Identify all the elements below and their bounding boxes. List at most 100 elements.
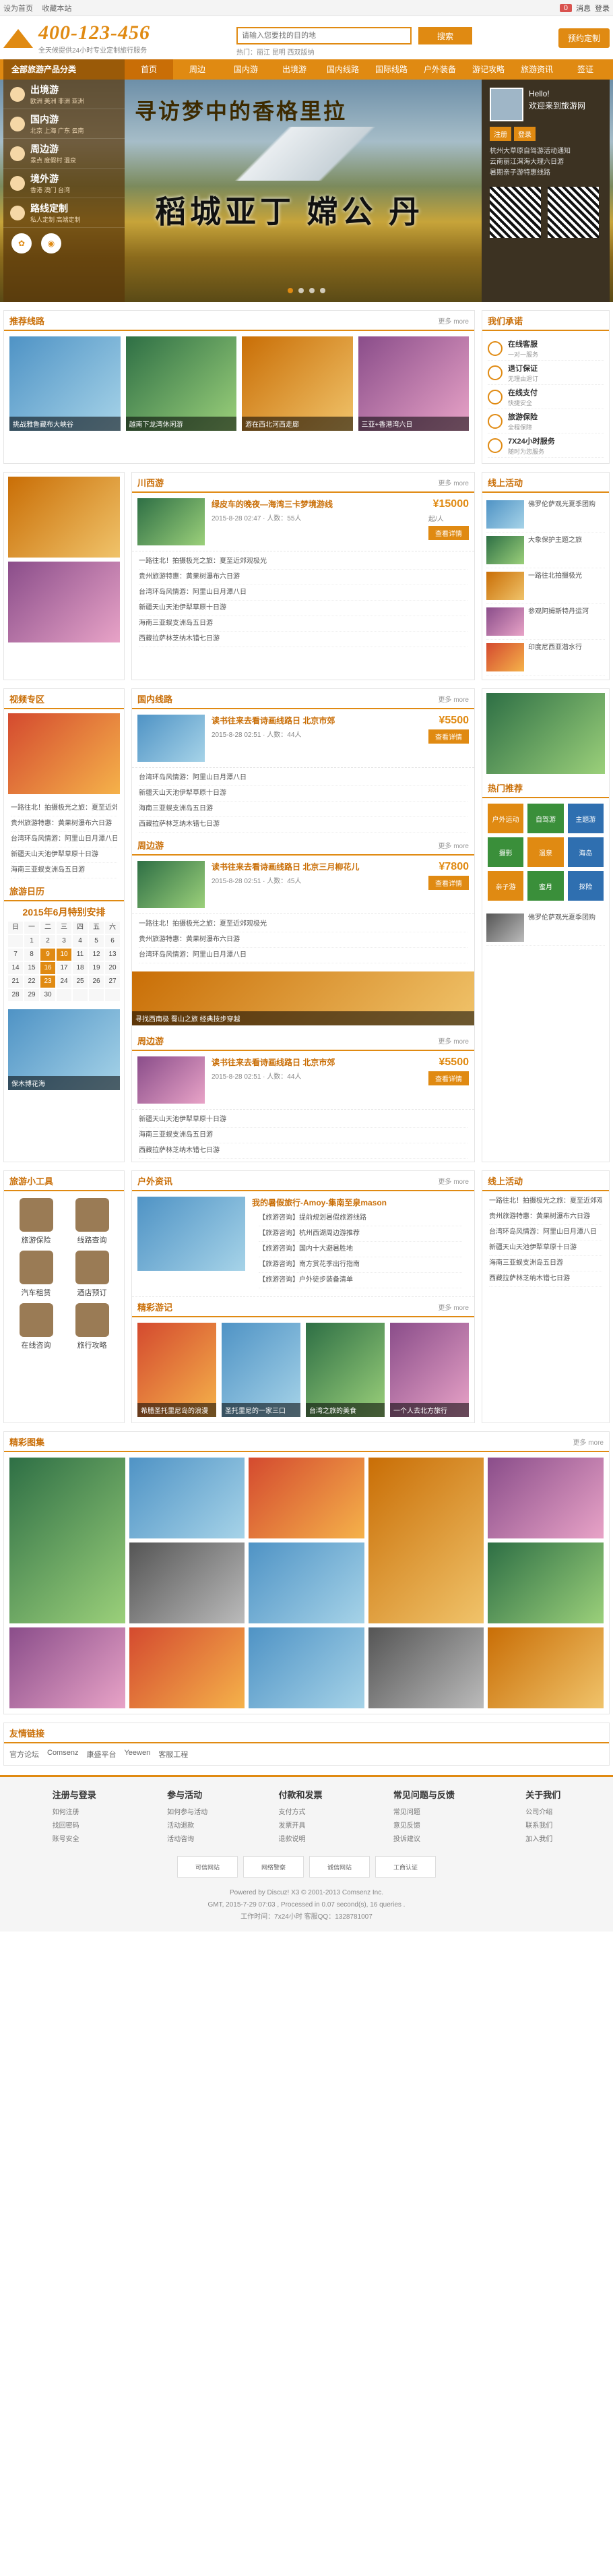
note-card[interactable]: 希腊圣托里尼岛的浪漫	[137, 1323, 216, 1417]
list-item[interactable]: 西藏拉萨林芝纳木错七日游	[139, 817, 467, 833]
list-item[interactable]: 新疆天山天池伊犁草原十日游	[139, 786, 467, 802]
gallery-image[interactable]	[488, 1627, 604, 1708]
gallery-image[interactable]	[249, 1542, 364, 1623]
calendar-cell[interactable]: 5	[89, 935, 104, 947]
theme-item[interactable]: 主题游	[567, 804, 604, 833]
gallery-image[interactable]	[129, 1458, 245, 1538]
theme-item[interactable]: 自驾游	[527, 804, 564, 833]
news-item[interactable]: 暑期亲子游特惠线路	[490, 168, 602, 179]
tour-card[interactable]: 三亚+香港湾六日	[358, 336, 469, 431]
activity-item[interactable]: 佛罗伦萨观光夏季团购	[486, 497, 605, 533]
tour-card[interactable]: 挑战雅鲁藏布大峡谷	[9, 336, 121, 431]
calendar-cell[interactable]: 24	[57, 976, 71, 988]
nav-item[interactable]: 国际线路	[367, 59, 416, 80]
friend-link[interactable]: 官方论坛	[9, 1749, 39, 1760]
list-item[interactable]: 台湾环岛风情游：阿里山日月潭八日	[139, 771, 467, 786]
activity-item[interactable]: 大象保护主题之旅	[486, 533, 605, 568]
tool-item[interactable]: 旅游保险	[11, 1198, 61, 1245]
news-item[interactable]: 云南丽江洱海大理六日游	[490, 157, 602, 168]
calendar-cell[interactable]: 26	[89, 976, 104, 988]
gallery-image[interactable]	[488, 1542, 604, 1623]
gallery-image[interactable]	[129, 1627, 245, 1708]
product-card[interactable]: 读书往来去看诗画线路日 北京市郊 2015-8-28 02:51 · 人数：44人…	[132, 709, 474, 768]
sidebar-item[interactable]: 路线定制 私人定制 高端定制	[3, 198, 125, 228]
calendar-cell[interactable]: 22	[24, 976, 39, 988]
list-item[interactable]: 【旅游咨询】提前规划暑假旅游线路	[259, 1211, 462, 1226]
theme-item[interactable]: 蜜月	[527, 871, 564, 901]
calendar-cell[interactable]: 13	[105, 949, 120, 961]
nav-item[interactable]: 签证	[561, 59, 610, 80]
calendar-cell[interactable]: 10	[57, 949, 71, 961]
friend-link[interactable]: 客服工程	[158, 1749, 188, 1760]
calendar-cell[interactable]: 18	[73, 962, 88, 974]
note-card[interactable]: 圣托里尼的一家三口	[222, 1323, 300, 1417]
search-input[interactable]	[236, 27, 412, 44]
list-item[interactable]: 新疆天山天池伊犁草原十日游	[489, 1240, 602, 1256]
calendar-cell[interactable]: 25	[73, 976, 88, 988]
calendar-cell[interactable]: 8	[24, 949, 39, 961]
calendar-cell[interactable]: 15	[24, 962, 39, 974]
list-item[interactable]: 新疆天山天池伊犁草原十日游	[11, 847, 117, 863]
tool-item[interactable]: 线路查询	[67, 1198, 117, 1245]
note-card[interactable]: 一个人去北方旅行	[390, 1323, 469, 1417]
nav-item[interactable]: 出境游	[270, 59, 319, 80]
list-item[interactable]: 台湾环岛风情游：阿里山日月潭八日	[139, 948, 467, 963]
list-item[interactable]: 海南三亚蜈支洲岛五日游	[139, 616, 467, 632]
tool-item[interactable]: 酒店预订	[67, 1251, 117, 1298]
friend-link[interactable]: 康盛平台	[86, 1749, 116, 1760]
list-item[interactable]: 台湾环岛风情游：阿里山日月潭八日	[139, 585, 467, 601]
login-link[interactable]: 登录	[595, 3, 610, 13]
carousel-dot[interactable]	[309, 288, 315, 293]
activity-item[interactable]: 参观阿姆斯特丹运河	[486, 604, 605, 640]
weibo-icon[interactable]: ◉	[41, 233, 61, 253]
carousel-dot[interactable]	[298, 288, 304, 293]
carousel-dot[interactable]	[288, 288, 293, 293]
list-item[interactable]: 海南三亚蜈支洲岛五日游	[489, 1256, 602, 1271]
wechat-icon[interactable]: ✿	[11, 233, 32, 253]
message-link[interactable]: 消息	[576, 3, 591, 13]
list-item[interactable]: 一路往北！拍摄极光之旅：夏至近郊观极光	[139, 554, 467, 570]
promo-image[interactable]	[8, 477, 120, 558]
more-link[interactable]: 更多 more	[438, 477, 469, 487]
list-item[interactable]: 一路往北！拍摄极光之旅：夏至近郊观极光	[489, 1194, 602, 1209]
list-item[interactable]: 台湾环岛风情游：阿里山日月潭八日	[11, 832, 117, 847]
service-item[interactable]: 旅游保险 全程保障	[488, 409, 604, 433]
nav-item[interactable]: 首页	[125, 59, 173, 80]
detail-button[interactable]: 查看详情	[428, 1071, 469, 1085]
activity-item[interactable]: 一路往北拍摄极光	[486, 568, 605, 604]
tour-card[interactable]: 越南下龙湾休闲游	[125, 336, 236, 431]
cert-badge[interactable]: 诚信网站	[309, 1856, 370, 1878]
sidebar-item[interactable]: 周边游 景点 度假村 温泉	[3, 139, 125, 169]
login-button[interactable]: 登录	[514, 127, 536, 141]
news-item[interactable]: 杭州大草原自驾游活动通知	[490, 146, 602, 157]
calendar-cell[interactable]: 1	[24, 935, 39, 947]
calendar-cell[interactable]: 27	[105, 976, 120, 988]
theme-item[interactable]: 户外运动	[488, 804, 524, 833]
calendar-cell[interactable]: 2	[40, 935, 55, 947]
calendar-cell[interactable]: 4	[73, 935, 88, 947]
calendar-cell[interactable]: 7	[8, 949, 23, 961]
hot-keywords[interactable]: 热门：丽江 昆明 西双版纳	[236, 47, 472, 57]
list-item[interactable]: 【旅游咨询】户外徒步装备清单	[259, 1273, 462, 1288]
video-thumb[interactable]	[8, 713, 120, 794]
gallery-image[interactable]	[249, 1458, 364, 1538]
product-card[interactable]: 绿皮车的晚夜—海湾三卡梦境游线 2015-8-28 02:47 · 人数：55人…	[132, 493, 474, 551]
list-item[interactable]: 西藏拉萨林芝纳木错七日游	[139, 632, 467, 647]
gallery-image[interactable]	[9, 1458, 125, 1623]
calendar-cell[interactable]: 23	[40, 976, 55, 988]
bookmark-link[interactable]: 收藏本站	[42, 5, 71, 13]
logo[interactable]: 400-123-456 全天候提供24小时专业定制旅行服务	[3, 22, 150, 55]
cert-badge[interactable]: 工商认证	[375, 1856, 436, 1878]
detail-button[interactable]: 查看详情	[428, 876, 469, 890]
detail-button[interactable]: 查看详情	[428, 526, 469, 540]
nav-item[interactable]: 国内线路	[319, 59, 367, 80]
list-item[interactable]: 西藏拉萨林芝纳木错七日游	[139, 1143, 467, 1159]
detail-button[interactable]: 查看详情	[428, 729, 469, 744]
all-categories-menu[interactable]: 全部旅游产品分类	[3, 59, 125, 80]
list-item[interactable]: 海南三亚蜈支洲岛五日游	[139, 802, 467, 817]
promo-image[interactable]	[8, 562, 120, 642]
tool-item[interactable]: 在线咨询	[11, 1303, 61, 1350]
list-item[interactable]: 海南三亚蜈支洲岛五日游	[139, 1128, 467, 1143]
list-item[interactable]: 贵州旅游特惠：黄果树瀑布六日游	[139, 932, 467, 948]
gallery-image[interactable]	[9, 1627, 125, 1708]
